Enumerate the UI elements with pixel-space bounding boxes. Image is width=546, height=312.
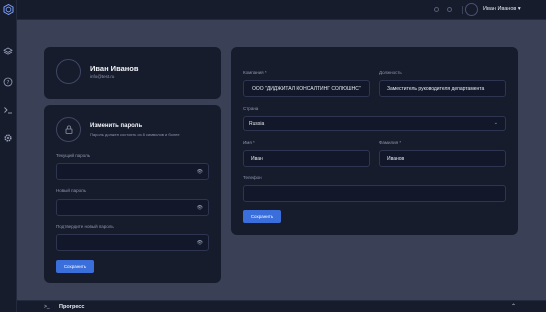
chevron-down-icon: ⌄ xyxy=(493,120,498,126)
phone-input[interactable] xyxy=(243,185,506,202)
company-label: Компания * xyxy=(243,70,267,75)
save-password-button[interactable]: Сохранить xyxy=(56,260,94,273)
help-icon[interactable]: ? xyxy=(3,77,13,87)
profile-name: Иван Иванов xyxy=(90,64,139,73)
country-value: Russia xyxy=(249,121,265,127)
app-logo-icon[interactable] xyxy=(3,4,14,15)
sidebar: ? xyxy=(0,0,17,312)
last-name-label: Фамилия * xyxy=(379,140,402,145)
topbar: Иван Иванов ▾ xyxy=(17,0,546,20)
save-profile-button[interactable]: Сохранить xyxy=(243,210,281,223)
confirm-password-input[interactable]: 👁 xyxy=(56,234,209,251)
eye-icon[interactable]: 👁 xyxy=(197,240,203,246)
progress-title: Прогресс xyxy=(59,304,85,310)
progress-bar-panel[interactable]: >_ Прогресс ⌃ xyxy=(17,300,546,312)
first-name-label: Имя * xyxy=(243,140,255,145)
first-name-input[interactable]: Иван xyxy=(243,150,370,167)
personal-info-card: Компания * ООО "ДИДЖИТАЛ КОНСАЛТИНГ СОЛЮ… xyxy=(231,47,518,235)
user-name: Иван Иванов xyxy=(483,6,517,12)
last-name-value: Иванов xyxy=(387,156,405,162)
notification-icon[interactable] xyxy=(434,7,439,12)
chevron-up-icon[interactable]: ⌃ xyxy=(511,303,516,310)
company-value: ООО "ДИДЖИТАЛ КОНСАЛТИНГ СОЛЮШНС" xyxy=(252,86,361,92)
lock-icon xyxy=(56,117,81,142)
position-label: Должность xyxy=(379,70,402,75)
change-password-card: Изменить пароль Пароль должен состоять и… xyxy=(44,105,221,283)
country-select[interactable]: Russia ⌄ xyxy=(243,116,506,131)
country-label: Страна xyxy=(243,106,259,111)
first-name-value: Иван xyxy=(251,156,263,162)
profile-email: info@test.ru xyxy=(90,74,115,79)
avatar[interactable] xyxy=(465,3,478,16)
password-hint: Пароль должен состоять из 8 символов и б… xyxy=(90,132,180,137)
divider xyxy=(462,6,463,14)
position-value: Заместитель руководителя департамента xyxy=(387,86,485,92)
eye-icon[interactable]: 👁 xyxy=(197,169,203,175)
company-input[interactable]: ООО "ДИДЖИТАЛ КОНСАЛТИНГ СОЛЮШНС" xyxy=(243,80,370,97)
svg-text:?: ? xyxy=(7,80,10,86)
eye-icon[interactable]: 👁 xyxy=(197,205,203,211)
new-password-input[interactable]: 👁 xyxy=(56,199,209,216)
last-name-input[interactable]: Иванов xyxy=(379,150,506,167)
new-password-label: Новый пароль xyxy=(56,188,86,193)
current-password-input[interactable]: 👁 xyxy=(56,163,209,180)
terminal-icon: >_ xyxy=(44,304,50,310)
confirm-password-label: Подтвердите новый пароль xyxy=(56,224,114,229)
position-input[interactable]: Заместитель руководителя департамента xyxy=(379,80,506,97)
phone-label: Телефон xyxy=(243,175,262,180)
profile-avatar[interactable] xyxy=(56,59,81,84)
user-menu[interactable]: Иван Иванов ▾ xyxy=(483,6,521,12)
settings-icon[interactable] xyxy=(447,7,452,12)
terminal-icon[interactable] xyxy=(3,105,13,115)
password-title: Изменить пароль xyxy=(90,123,143,129)
chevron-down-icon: ▾ xyxy=(517,6,521,12)
profile-card: Иван Иванов info@test.ru xyxy=(44,47,221,99)
current-password-label: Текущий пароль xyxy=(56,153,91,158)
gear-icon[interactable] xyxy=(3,133,13,143)
layers-icon[interactable] xyxy=(3,47,13,57)
